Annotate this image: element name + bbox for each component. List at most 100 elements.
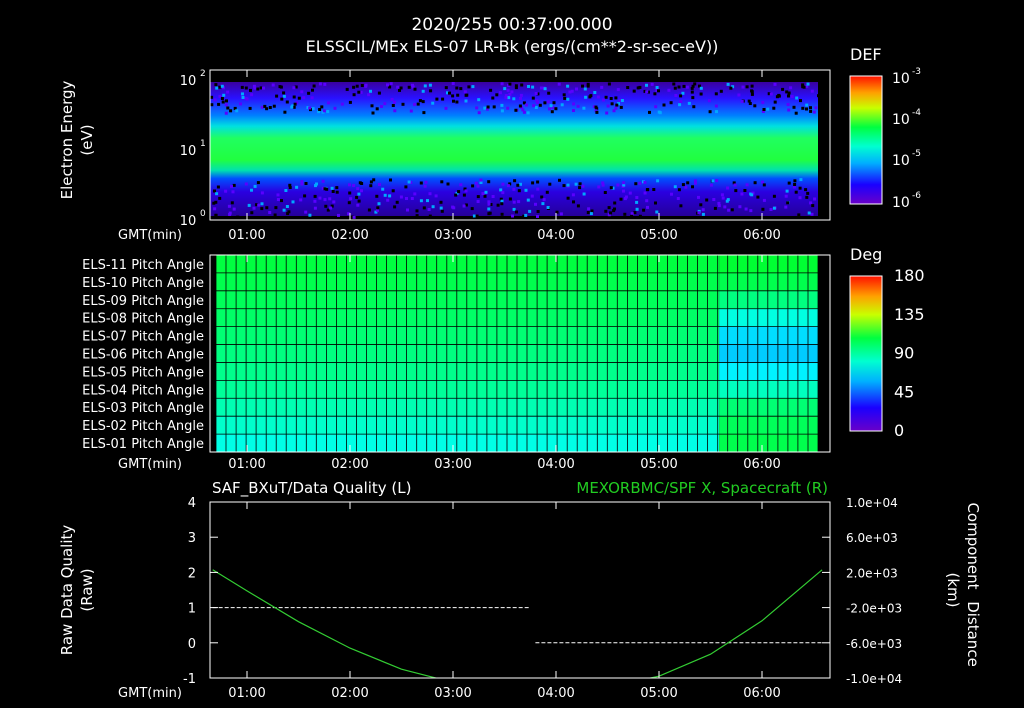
noise-pixel [576, 104, 580, 108]
noise-pixel [634, 182, 638, 186]
def-colorbar [849, 75, 883, 205]
noise-pixel [524, 188, 528, 192]
noise-pixel [413, 102, 416, 106]
noise-pixel [508, 82, 512, 86]
pitch-row-label-9: ELS-02 Pitch Angle [82, 419, 204, 434]
noise-pixel [792, 105, 796, 109]
noise-pixel [421, 89, 425, 93]
noise-pixel [386, 198, 390, 202]
noise-pixel [691, 185, 694, 189]
pitch-cell-early [216, 398, 720, 417]
noise-pixel [498, 91, 502, 95]
noise-pixel [534, 202, 537, 206]
energy-spectrogram-image [210, 82, 818, 216]
noise-pixel [415, 214, 419, 218]
noise-pixel [483, 106, 487, 110]
noise-pixel [512, 200, 516, 204]
noise-pixel [532, 104, 536, 108]
noise-pixel [280, 97, 284, 101]
noise-pixel [543, 101, 547, 105]
noise-pixel [581, 184, 585, 188]
noise-pixel [762, 183, 766, 187]
noise-pixel [282, 91, 286, 95]
deg-colorbar [849, 275, 883, 432]
def-label-3-base: 10 [892, 195, 910, 211]
noise-pixel [326, 110, 330, 114]
noise-pixel [697, 195, 700, 199]
noise-pixel [345, 87, 349, 91]
dq-left-label-3: 1 [188, 602, 196, 617]
noise-pixel [655, 210, 659, 214]
pitch-row-label-2: ELS-09 Pitch Angle [82, 294, 204, 309]
noise-pixel [578, 182, 582, 186]
deg-label-4: 0 [894, 421, 904, 440]
noise-pixel [330, 186, 334, 190]
noise-pixel [745, 183, 749, 187]
noise-pixel [313, 199, 317, 203]
noise-pixel [657, 89, 660, 93]
noise-pixel [697, 211, 701, 215]
noise-pixel [719, 89, 723, 93]
energy-spectrogram-panel: 01:00 02:00 03:00 04:00 05:00 06:00 10 0 10 1… [58, 45, 921, 243]
noise-pixel [393, 100, 396, 104]
noise-pixel [734, 189, 738, 193]
noise-pixel [348, 183, 351, 187]
noise-pixel [421, 100, 425, 104]
noise-pixel [500, 109, 504, 113]
noise-pixel [769, 208, 773, 211]
noise-pixel [321, 179, 325, 183]
noise-pixel [416, 102, 420, 106]
noise-pixel [487, 202, 491, 206]
pitch-cell-early [216, 255, 720, 273]
noise-pixel [525, 103, 528, 107]
noise-pixel [761, 207, 765, 211]
noise-pixel [548, 107, 551, 111]
def-label-3-exp: -6 [912, 191, 921, 201]
noise-pixel [360, 84, 364, 87]
noise-pixel [650, 82, 654, 86]
noise-pixel [534, 92, 538, 95]
noise-pixel [293, 102, 297, 106]
noise-pixel [327, 101, 330, 105]
noise-pixel [749, 209, 753, 213]
pitch-cell-late [719, 434, 818, 452]
noise-pixel [677, 85, 681, 89]
energy-xtick-label-3: 04:00 [537, 228, 574, 243]
noise-pixel [428, 214, 432, 218]
noise-pixel [404, 185, 408, 189]
noise-pixel [604, 95, 608, 99]
noise-pixel [268, 211, 272, 214]
noise-pixel [452, 99, 455, 103]
noise-pixel [276, 193, 280, 197]
noise-pixel [715, 110, 718, 114]
noise-pixel [790, 95, 794, 99]
noise-pixel [785, 90, 789, 94]
noise-pixel [692, 105, 696, 109]
noise-pixel [511, 214, 514, 218]
noise-pixel [699, 92, 703, 96]
noise-pixel [220, 97, 224, 100]
noise-pixel [708, 110, 712, 114]
noise-pixel [213, 98, 217, 102]
energy-ytick-0-base: 10 [180, 214, 197, 229]
noise-pixel [406, 208, 409, 212]
noise-pixel [699, 203, 703, 207]
noise-pixel [495, 93, 499, 97]
noise-pixel [244, 86, 248, 90]
noise-pixel [419, 199, 423, 203]
noise-pixel [355, 195, 359, 199]
noise-pixel [658, 111, 662, 115]
noise-pixel [773, 82, 777, 86]
noise-pixel [548, 182, 552, 186]
noise-pixel [566, 97, 570, 101]
dq-xtick-label-3: 04:00 [537, 686, 574, 701]
noise-pixel [263, 104, 267, 108]
noise-pixel [431, 101, 435, 105]
noise-pixel [681, 183, 685, 187]
noise-pixel [687, 101, 691, 105]
noise-pixel [422, 111, 426, 115]
noise-pixel [349, 197, 353, 201]
noise-pixel [300, 180, 304, 184]
pitch-cell-late [719, 290, 818, 309]
noise-pixel [356, 187, 360, 191]
